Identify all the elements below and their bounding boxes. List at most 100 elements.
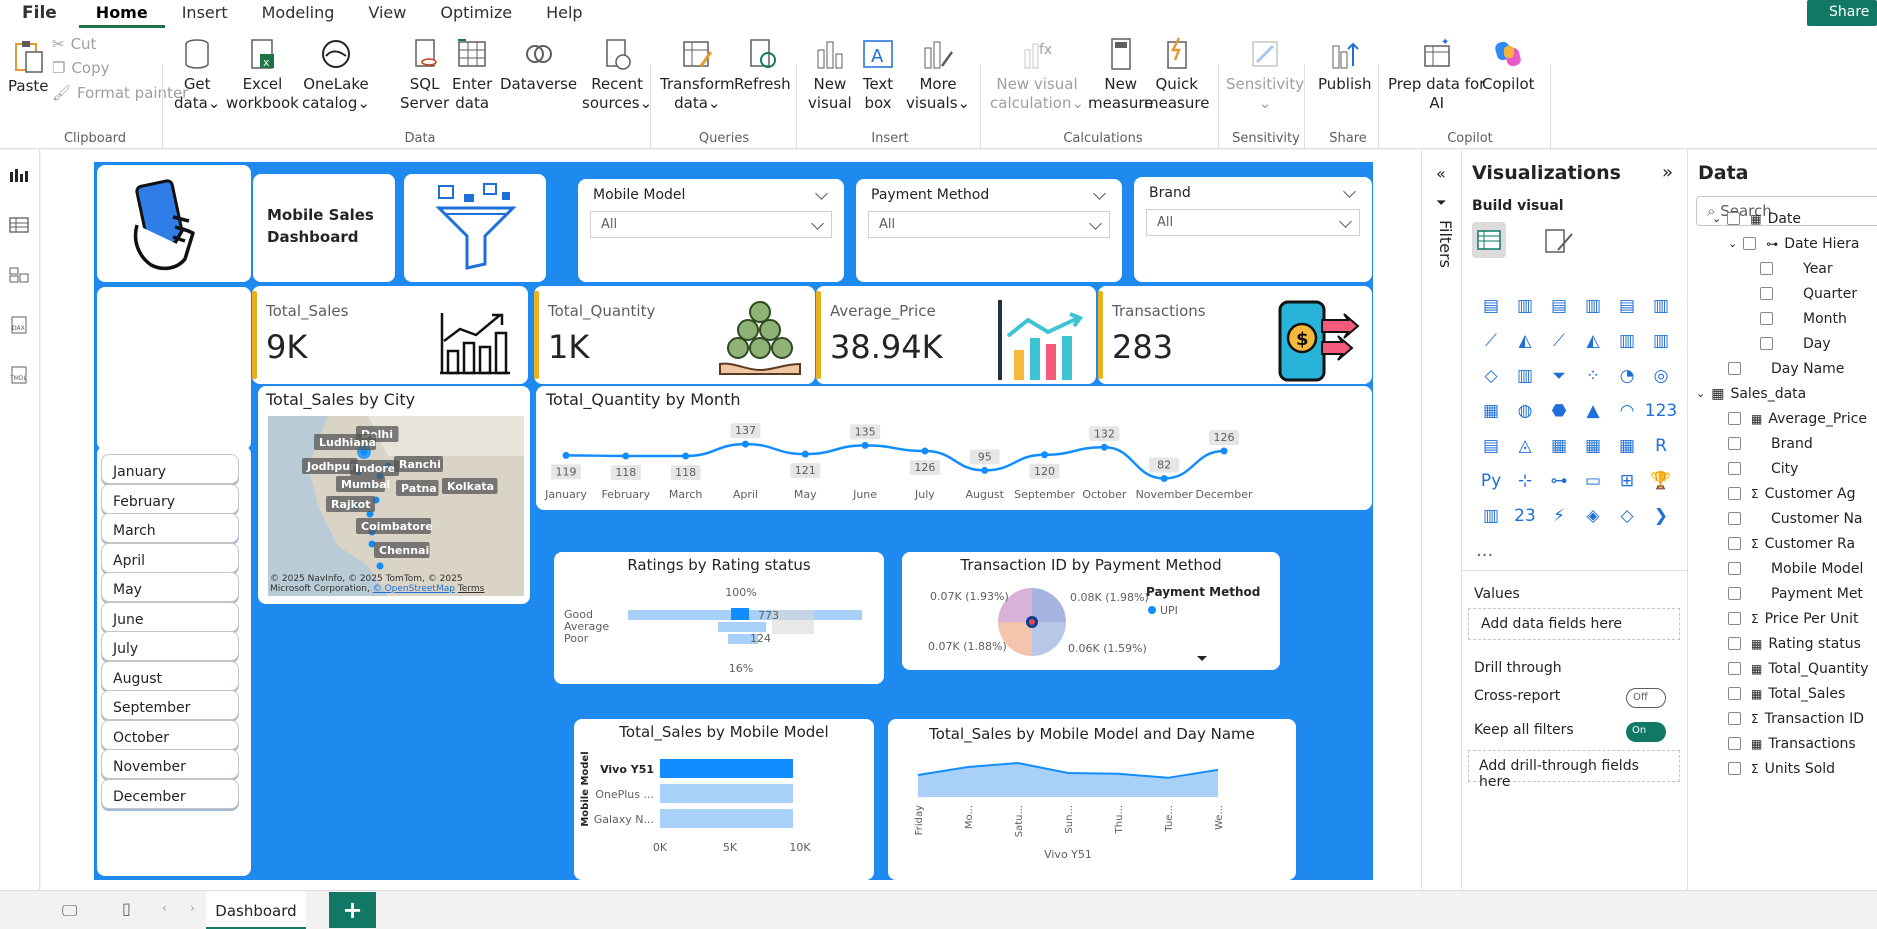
report-view-icon[interactable]: [8, 166, 30, 184]
excel-workbook-button[interactable]: x Excel workbook: [226, 36, 299, 113]
funnel-2-icon[interactable]: ▥: [1508, 358, 1542, 393]
slicer-mobile-model-dropdown[interactable]: All: [590, 211, 832, 238]
funnel-bar-average[interactable]: [718, 622, 766, 632]
month-option[interactable]: March: [101, 513, 239, 543]
slicer-payment-method-dropdown[interactable]: All: [868, 211, 1110, 238]
funnel-bar-good-focus[interactable]: [731, 608, 749, 620]
more-visuals-ellipsis[interactable]: ...: [1476, 540, 1493, 561]
field-checkbox[interactable]: [1728, 462, 1741, 475]
funnel-icon[interactable]: ⏷: [1542, 358, 1576, 393]
scatter-icon[interactable]: ⁘: [1576, 358, 1610, 393]
field-checkbox[interactable]: [1728, 662, 1741, 675]
desktop-layout-icon[interactable]: 🖵: [62, 901, 77, 921]
drill-through-drop-zone[interactable]: Add drill-through fields here: [1468, 750, 1680, 790]
ratings-chart[interactable]: 100% Good Average Poor 773 124 16%: [554, 552, 884, 684]
filters-label[interactable]: Filters: [1436, 220, 1455, 268]
power-apps-icon[interactable]: ⚡: [1542, 498, 1576, 533]
dax-query-view-icon[interactable]: DAX: [8, 316, 30, 334]
more-visuals-button[interactable]: More visuals⌄: [906, 36, 970, 113]
recent-sources-button[interactable]: Recent sources⌄: [582, 36, 652, 113]
mobile-layout-icon[interactable]: ▯: [122, 899, 131, 918]
pie-icon[interactable]: ◔: [1610, 358, 1644, 393]
card-new-icon[interactable]: 23: [1508, 498, 1542, 533]
field-checkbox[interactable]: [1760, 312, 1773, 325]
kpi-icon[interactable]: ◬: [1508, 428, 1542, 463]
new-visual-button[interactable]: New visual: [808, 36, 852, 113]
onelake-catalog-button[interactable]: OneLake catalog⌄: [302, 36, 370, 113]
dataverse-button[interactable]: Dataverse: [500, 36, 577, 94]
map-area[interactable]: Delhi Ludhiana Jodhpur Indore Ranchi Mumbai Pa…: [268, 416, 524, 596]
month-option[interactable]: April: [101, 542, 239, 573]
month-option[interactable]: February: [101, 483, 239, 514]
refresh-button[interactable]: Refresh: [734, 36, 791, 94]
stacked-column-icon[interactable]: ▥: [1508, 288, 1542, 323]
python-visual-icon[interactable]: Py: [1474, 463, 1508, 498]
month-option[interactable]: September: [101, 690, 239, 720]
month-option[interactable]: January: [101, 454, 239, 484]
month-option[interactable]: July: [101, 631, 239, 661]
model-day-chart[interactable]: Friday Mo... Satu... Sun... Thu... Tue... We..…: [888, 719, 1296, 880]
slicer-brand[interactable]: Brand All: [1134, 177, 1372, 282]
menu-insert[interactable]: Insert: [165, 0, 245, 28]
line-point[interactable]: [741, 440, 749, 448]
chevron-down-icon[interactable]: ⌄: [1728, 237, 1737, 250]
field-checkbox[interactable]: [1728, 637, 1741, 650]
field-checkbox[interactable]: [1760, 262, 1773, 275]
field-checkbox[interactable]: [1743, 237, 1757, 250]
card-icon[interactable]: 123: [1644, 393, 1678, 428]
multi-card-icon[interactable]: ▤: [1474, 428, 1508, 463]
stacked-bar-icon[interactable]: ▤: [1474, 288, 1508, 323]
line-point[interactable]: [801, 450, 809, 458]
chevron-down-icon[interactable]: [1343, 185, 1356, 198]
field-checkbox[interactable]: [1727, 212, 1741, 225]
field-checkbox[interactable]: [1728, 587, 1741, 600]
payment-pie-chart[interactable]: 0.07K (1.93%) 0.08K (1.98%) 0.07K (1.88%…: [902, 552, 1280, 670]
line-column-icon[interactable]: ▥: [1610, 323, 1644, 358]
menu-view[interactable]: View: [351, 0, 423, 28]
field-checkbox[interactable]: [1728, 712, 1741, 725]
month-option[interactable]: May: [101, 572, 239, 602]
field-item[interactable]: Day: [1760, 331, 1831, 356]
format-painter-button[interactable]: 🖌 Format painter: [52, 84, 188, 102]
field-item[interactable]: Payment Met: [1728, 581, 1863, 606]
line-series[interactable]: [565, 442, 1225, 480]
sensitivity-button[interactable]: Sensitivity ⌄: [1226, 36, 1304, 113]
field-checkbox[interactable]: [1760, 287, 1773, 300]
line-point[interactable]: [1041, 451, 1049, 459]
chevron-down-icon[interactable]: ⌄: [1696, 387, 1705, 400]
field-item[interactable]: ⌄ ⊶ Date Hiera: [1728, 231, 1860, 256]
field-checkbox[interactable]: [1728, 487, 1741, 500]
copilot-button[interactable]: Copilot: [1482, 36, 1535, 94]
field-item[interactable]: ▦ Transactions: [1728, 731, 1856, 756]
gauge-icon[interactable]: ◠: [1610, 393, 1644, 428]
bar[interactable]: [660, 784, 793, 803]
osm-link[interactable]: © OpenStreetMap: [373, 584, 455, 594]
waterfall-icon[interactable]: ◇: [1474, 358, 1508, 393]
table-view-icon[interactable]: [8, 216, 30, 234]
chevron-down-icon[interactable]: ⌄: [1712, 212, 1721, 225]
terms-link[interactable]: Terms: [458, 584, 485, 594]
chevron-down-icon[interactable]: [815, 187, 828, 200]
month-option[interactable]: August: [101, 660, 239, 691]
clustered-bar-icon[interactable]: ▤: [1542, 288, 1576, 323]
field-item[interactable]: ▦ Rating status: [1728, 631, 1861, 656]
model-view-icon[interactable]: [8, 266, 30, 284]
line-point[interactable]: [1220, 447, 1228, 455]
field-item[interactable]: City: [1728, 456, 1798, 481]
prep-data-ai-button[interactable]: ✦ Prep data for AI: [1388, 36, 1485, 113]
field-checkbox[interactable]: [1728, 437, 1741, 450]
line-point[interactable]: [1100, 443, 1108, 451]
field-checkbox[interactable]: [1728, 412, 1741, 425]
field-checkbox[interactable]: [1728, 512, 1741, 525]
line-point[interactable]: [861, 441, 869, 449]
legend-scroll-icon[interactable]: [1197, 656, 1207, 661]
scroll-right-icon[interactable]: ›: [190, 901, 195, 915]
slicer-mobile-model[interactable]: Mobile Model All: [578, 179, 844, 282]
line-point[interactable]: [682, 452, 690, 460]
line-icon[interactable]: ⟋: [1474, 323, 1508, 358]
paste-button[interactable]: Paste: [8, 38, 49, 96]
menu-home[interactable]: Home: [78, 0, 165, 28]
field-checkbox[interactable]: [1728, 537, 1741, 550]
field-item[interactable]: Σ Customer Ag: [1728, 481, 1856, 506]
format-visual-tab[interactable]: [1542, 224, 1576, 258]
